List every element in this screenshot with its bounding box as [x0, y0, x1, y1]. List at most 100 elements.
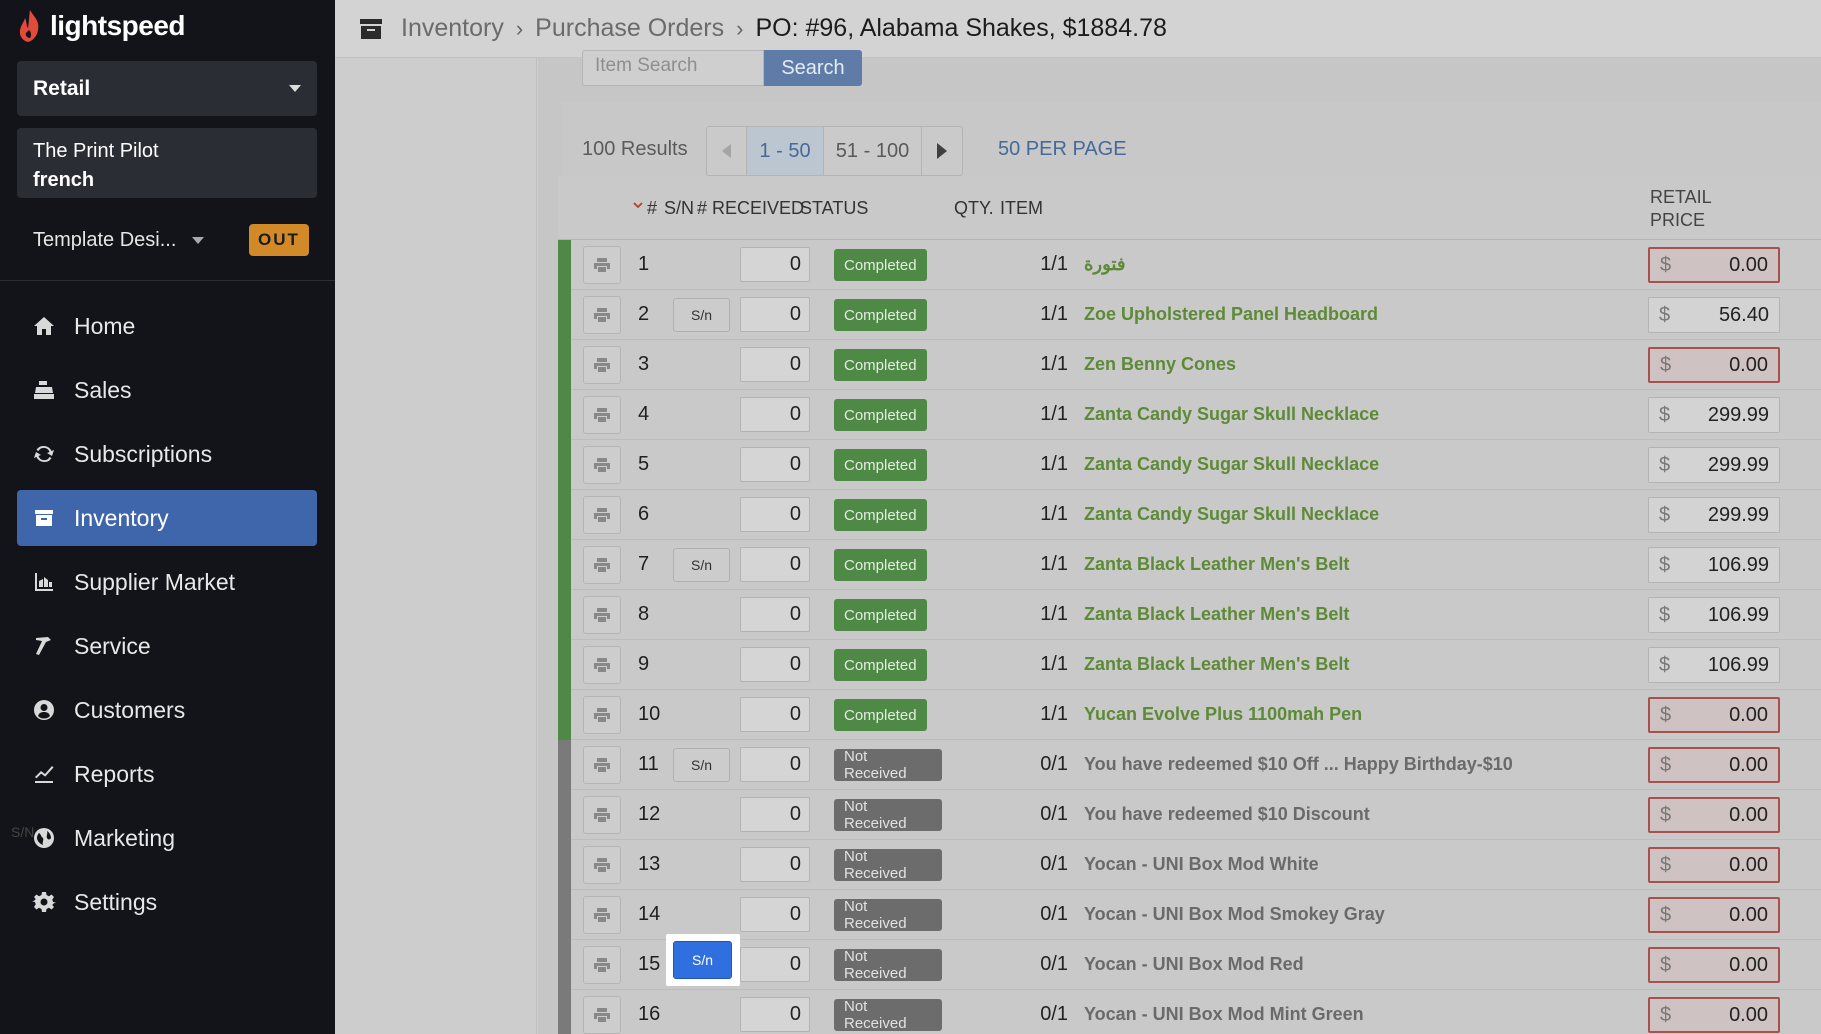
register-info[interactable]: The Print Pilot french [17, 128, 317, 198]
breadcrumb-inventory[interactable]: Inventory [401, 14, 504, 43]
retail-price-input[interactable]: $0.00 [1648, 797, 1780, 833]
retail-price-input[interactable]: $106.99 [1648, 547, 1780, 583]
print-label-button[interactable] [583, 596, 621, 634]
print-label-button[interactable] [583, 746, 621, 784]
print-label-button[interactable] [583, 896, 621, 934]
retail-price-input[interactable]: $299.99 [1648, 447, 1780, 483]
retail-price-input[interactable]: $0.00 [1648, 897, 1780, 933]
retail-price-input[interactable]: $106.99 [1648, 647, 1780, 683]
nav-item-supplier-market[interactable]: Supplier Market [17, 554, 317, 610]
lightspeed-logo[interactable]: lightspeed [16, 6, 186, 46]
retail-price-input[interactable]: $299.99 [1648, 497, 1780, 533]
received-quantity-input[interactable]: 0 [740, 547, 810, 582]
item-link[interactable]: Zoe Upholstered Panel Headboard [1084, 304, 1378, 325]
col-item[interactable]: ITEM [1000, 198, 1043, 219]
received-quantity-input[interactable]: 0 [740, 747, 810, 782]
item-link[interactable]: Zanta Black Leather Men's Belt [1084, 654, 1349, 675]
item-link[interactable]: Zanta Candy Sugar Skull Necklace [1084, 504, 1379, 525]
search-button[interactable]: Search [764, 50, 862, 86]
col-retail-price[interactable]: RETAIL PRICE [1650, 186, 1712, 232]
retail-price-input[interactable]: $56.40 [1648, 297, 1780, 333]
nav-item-settings[interactable]: Settings [17, 874, 317, 930]
received-quantity-input[interactable]: 0 [740, 847, 810, 882]
nav-item-service[interactable]: Service [17, 618, 317, 674]
prev-page-button[interactable] [707, 127, 747, 175]
col-received[interactable]: # RECEIVED [697, 198, 804, 219]
nav-item-reports[interactable]: Reports [17, 746, 317, 802]
received-quantity-input[interactable]: 0 [740, 997, 810, 1032]
retail-price-input[interactable]: $0.00 [1648, 697, 1780, 733]
item-link[interactable]: Zanta Candy Sugar Skull Necklace [1084, 404, 1379, 425]
item-search-input[interactable]: Item Search [582, 50, 764, 86]
sort-desc-icon[interactable] [633, 200, 643, 210]
print-label-button[interactable] [583, 646, 621, 684]
item-link[interactable]: Yocan - UNI Box Mod Smokey Gray [1084, 904, 1385, 925]
print-label-button[interactable] [583, 496, 621, 534]
print-label-button[interactable] [583, 946, 621, 984]
serial-number-button[interactable]: S/n [673, 298, 730, 332]
page-1-50[interactable]: 1 - 50 [747, 127, 824, 175]
received-quantity-input[interactable]: 0 [740, 947, 810, 982]
print-label-button[interactable] [583, 346, 621, 384]
breadcrumb-purchase-orders[interactable]: Purchase Orders [535, 14, 724, 43]
col-status[interactable]: STATUS [800, 198, 868, 219]
template-selector[interactable]: Template Desi... OUT [17, 222, 317, 258]
received-quantity-input[interactable]: 0 [740, 647, 810, 682]
retail-price-input[interactable]: $0.00 [1648, 847, 1780, 883]
retail-price-input[interactable]: $0.00 [1648, 997, 1780, 1033]
received-quantity-input[interactable]: 0 [740, 497, 810, 532]
received-quantity-input[interactable]: 0 [740, 447, 810, 482]
retail-price-input[interactable]: $0.00 [1648, 947, 1780, 983]
page-51-100[interactable]: 51 - 100 [824, 127, 922, 175]
print-label-button[interactable] [583, 396, 621, 434]
out-status-badge[interactable]: OUT [249, 224, 309, 256]
item-link[interactable]: You have redeemed $10 Off ... Happy Birt… [1084, 754, 1513, 775]
item-link[interactable]: Yocan - UNI Box Mod Mint Green [1084, 1004, 1364, 1025]
serial-number-button-highlighted[interactable]: S/n [673, 941, 732, 979]
retail-price-input[interactable]: $0.00 [1648, 247, 1780, 283]
item-link[interactable]: Zanta Black Leather Men's Belt [1084, 554, 1349, 575]
col-qty[interactable]: QTY. [954, 198, 994, 219]
item-link[interactable]: فتورة [1084, 254, 1125, 275]
received-quantity-input[interactable]: 0 [740, 347, 810, 382]
next-page-button[interactable] [922, 127, 962, 175]
per-page-selector[interactable]: 50 PER PAGE [998, 138, 1127, 161]
print-label-button[interactable] [583, 696, 621, 734]
received-quantity-input[interactable]: 0 [740, 697, 810, 732]
print-label-button[interactable] [583, 996, 621, 1034]
item-link[interactable]: Zanta Black Leather Men's Belt [1084, 604, 1349, 625]
item-link[interactable]: Zanta Candy Sugar Skull Necklace [1084, 454, 1379, 475]
nav-item-subscriptions[interactable]: Subscriptions [17, 426, 317, 482]
received-quantity-input[interactable]: 0 [740, 897, 810, 932]
nav-item-sales[interactable]: Sales [17, 362, 317, 418]
nav-item-customers[interactable]: Customers [17, 682, 317, 738]
print-label-button[interactable] [583, 246, 621, 284]
item-link[interactable]: Yocan - UNI Box Mod White [1084, 854, 1319, 875]
serial-number-button[interactable]: S/n [673, 748, 730, 782]
nav-item-home[interactable]: Home [17, 298, 317, 354]
received-quantity-input[interactable]: 0 [740, 247, 810, 282]
print-label-button[interactable] [583, 296, 621, 334]
shop-selector[interactable]: Retail [17, 61, 317, 116]
retail-price-input[interactable]: $106.99 [1648, 597, 1780, 633]
retail-price-input[interactable]: $0.00 [1648, 347, 1780, 383]
received-quantity-input[interactable]: 0 [740, 797, 810, 832]
nav-item-inventory[interactable]: Inventory [17, 490, 317, 546]
print-label-button[interactable] [583, 546, 621, 584]
nav-item-marketing[interactable]: Marketing [17, 810, 317, 866]
retail-price-input[interactable]: $299.99 [1648, 397, 1780, 433]
col-sn[interactable]: S/N [664, 198, 694, 219]
received-quantity-input[interactable]: 0 [740, 597, 810, 632]
print-label-button[interactable] [583, 446, 621, 484]
received-quantity-input[interactable]: 0 [740, 297, 810, 332]
retail-price-input[interactable]: $0.00 [1648, 747, 1780, 783]
col-num[interactable]: # [647, 198, 657, 219]
print-label-button[interactable] [583, 846, 621, 884]
item-link[interactable]: You have redeemed $10 Discount [1084, 804, 1370, 825]
item-link[interactable]: Zen Benny Cones [1084, 354, 1236, 375]
item-link[interactable]: Yocan - UNI Box Mod Red [1084, 954, 1304, 975]
print-label-button[interactable] [583, 796, 621, 834]
item-link[interactable]: Yucan Evolve Plus 1100mah Pen [1084, 704, 1362, 725]
serial-number-button[interactable]: S/n [673, 548, 730, 582]
received-quantity-input[interactable]: 0 [740, 397, 810, 432]
